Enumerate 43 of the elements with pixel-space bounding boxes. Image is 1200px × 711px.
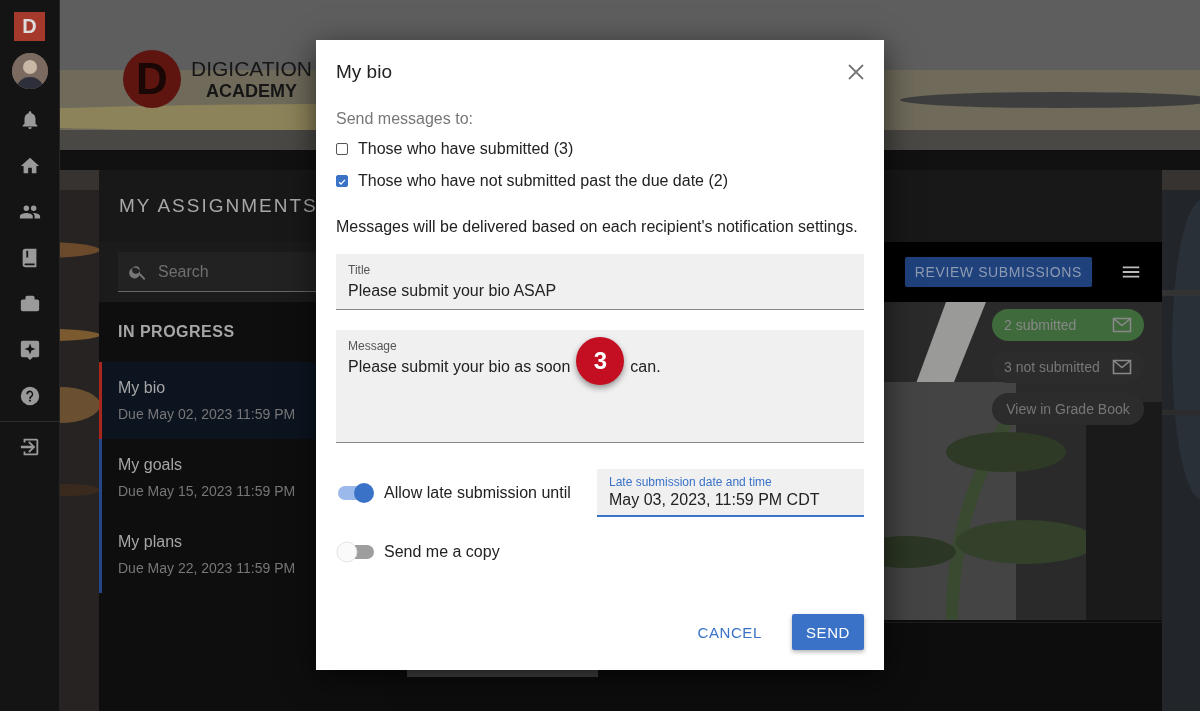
panel-title: MY ASSIGNMENTS [119,195,318,217]
logo-name: DIGICATION [191,58,312,79]
field-label: Title [348,263,372,277]
step-marker: 3 [576,336,625,385]
field-label: Late submission date and time [609,475,773,489]
mail-icon [1112,359,1132,375]
toggle-label: Send me a copy [384,543,500,561]
due-date: Due May 02, 2023 11:59 PM [118,406,296,422]
assignment-name: My goals [118,456,183,474]
recipients-label: Send messages to: [336,110,474,128]
logout-icon[interactable] [18,436,41,458]
message-text: can. [630,358,661,376]
cancel-button[interactable]: CANCEL [683,614,776,650]
grade-book-link[interactable]: View in Grade Book [992,393,1144,425]
mail-icon [1112,317,1132,333]
toggle-switch[interactable] [336,481,376,505]
due-date: Due May 15, 2023 11:59 PM [118,483,296,499]
assignment-name: My plans [118,533,183,551]
toggle-switch[interactable] [336,540,376,564]
send-button[interactable]: SEND [791,614,864,650]
delivery-note: Messages will be delivered based on each recipient's notification settings. [336,218,859,236]
title-field[interactable]: Title Please submit your bio ASAP [336,254,864,310]
sparkle-message-icon[interactable] [18,339,41,361]
checkbox[interactable] [336,143,348,155]
checkbox-label: Those who have submitted (3) [358,140,574,158]
field-label: Message [348,339,398,353]
toggle-label: Allow late submission until [384,484,571,502]
section-heading: IN PROGRESS [118,323,235,341]
checkbox-label: Those who have not submitted past the due date (2) [358,172,728,190]
logo-subtitle: ACADEMY [205,82,297,100]
message-field[interactable]: Message Please submit your bio as soon 3 can. [336,330,864,443]
review-submissions-button[interactable]: REVIEW SUBMISSIONS [904,257,1092,287]
app-logo[interactable]: D [14,12,45,41]
dialog-title: My bio [336,61,392,83]
avatar-icon[interactable] [11,53,48,89]
date-field[interactable]: Late submission date and time May 03, 2023, 11:59 PM CDT [597,469,864,517]
checkbox[interactable] [336,175,348,187]
field-value: May 03, 2023, 11:59 PM CDT [609,491,821,509]
close-icon[interactable] [848,64,864,80]
help-icon[interactable] [18,385,41,407]
due-date: Due May 22, 2023 11:59 PM [118,560,296,576]
assignment-name: My bio [118,379,166,397]
field-value: Please submit your bio ASAP [348,282,558,300]
